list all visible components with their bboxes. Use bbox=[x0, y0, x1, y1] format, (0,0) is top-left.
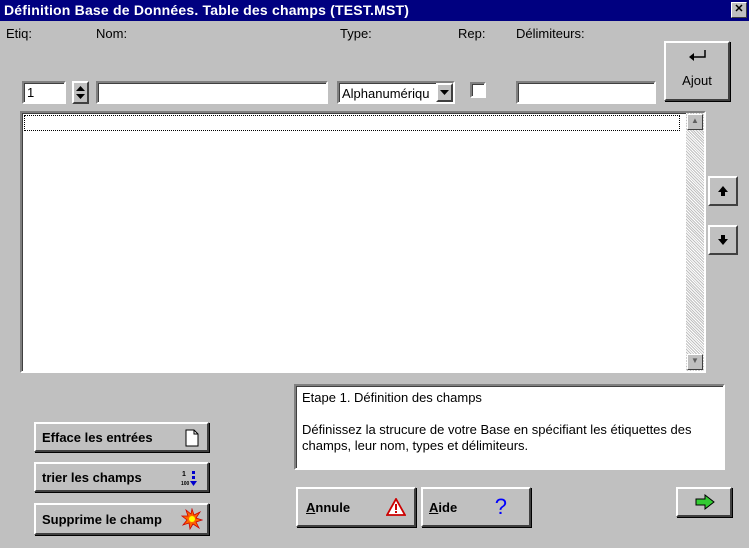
arrow-up-icon bbox=[718, 186, 728, 196]
enter-arrow-icon bbox=[689, 50, 706, 61]
annule-label: nnule bbox=[315, 500, 351, 515]
document-icon bbox=[185, 429, 199, 447]
sort-icon: 1 100 bbox=[181, 471, 197, 487]
type-selected-value: Alphanumériqu bbox=[342, 86, 430, 101]
spin-icon[interactable] bbox=[72, 81, 89, 104]
supprime-button[interactable]: Supprime le champ bbox=[34, 503, 209, 535]
explosion-icon bbox=[181, 508, 203, 530]
ajout-label: Ajout bbox=[682, 73, 712, 88]
rep-label: Rep: bbox=[458, 26, 486, 41]
aide-label: ide bbox=[438, 500, 458, 515]
vertical-scrollbar[interactable]: ▲ ▼ bbox=[686, 113, 704, 371]
dropdown-arrow-icon[interactable] bbox=[436, 83, 453, 102]
nom-label: Nom: bbox=[96, 26, 128, 41]
next-arrow-icon bbox=[695, 494, 715, 510]
aide-button[interactable]: Aide ? bbox=[421, 487, 531, 527]
efface-button[interactable]: Efface les entrées bbox=[34, 422, 209, 452]
scroll-down-icon[interactable]: ▼ bbox=[687, 354, 703, 370]
nom-input[interactable] bbox=[96, 81, 328, 104]
svg-text:100: 100 bbox=[181, 481, 190, 487]
info-step-title: Etape 1. Définition des champs bbox=[302, 390, 482, 405]
info-panel: Etape 1. Définition des champs Définisse… bbox=[294, 384, 725, 470]
title-bar: Définition Base de Données. Table des ch… bbox=[0, 0, 749, 21]
close-icon[interactable]: ✕ bbox=[731, 2, 747, 18]
scroll-up-icon[interactable]: ▲ bbox=[687, 114, 703, 130]
svg-text:1: 1 bbox=[182, 471, 186, 478]
info-description: Définissez la strucure de votre Base en … bbox=[302, 422, 692, 453]
etiq-input[interactable]: 1 bbox=[22, 81, 66, 104]
delimiteurs-label: Délimiteurs: bbox=[516, 26, 585, 41]
supprime-label: Supprime le champ bbox=[42, 512, 162, 527]
annule-button[interactable]: Annule bbox=[296, 487, 416, 527]
move-up-button[interactable] bbox=[708, 176, 738, 206]
move-down-button[interactable] bbox=[708, 225, 738, 255]
field-list[interactable]: ▲ ▼ bbox=[20, 111, 706, 373]
type-label: Type: bbox=[340, 26, 372, 41]
list-item[interactable] bbox=[24, 115, 680, 131]
arrow-down-icon bbox=[718, 235, 728, 245]
trier-button[interactable]: trier les champs 1 100 bbox=[34, 462, 209, 492]
warning-icon bbox=[386, 498, 406, 516]
window-title: Définition Base de Données. Table des ch… bbox=[4, 2, 410, 18]
next-button[interactable] bbox=[676, 487, 732, 517]
annule-mnemonic: A bbox=[306, 500, 316, 515]
delimiteurs-input[interactable] bbox=[516, 81, 656, 104]
trier-label: trier les champs bbox=[42, 470, 142, 485]
help-icon: ? bbox=[494, 494, 507, 519]
ajout-button[interactable]: Ajout bbox=[664, 41, 730, 101]
aide-mnemonic: A bbox=[429, 500, 439, 515]
efface-label: Efface les entrées bbox=[42, 430, 153, 445]
rep-checkbox[interactable] bbox=[470, 82, 486, 98]
etiq-label: Etiq: bbox=[6, 26, 33, 41]
